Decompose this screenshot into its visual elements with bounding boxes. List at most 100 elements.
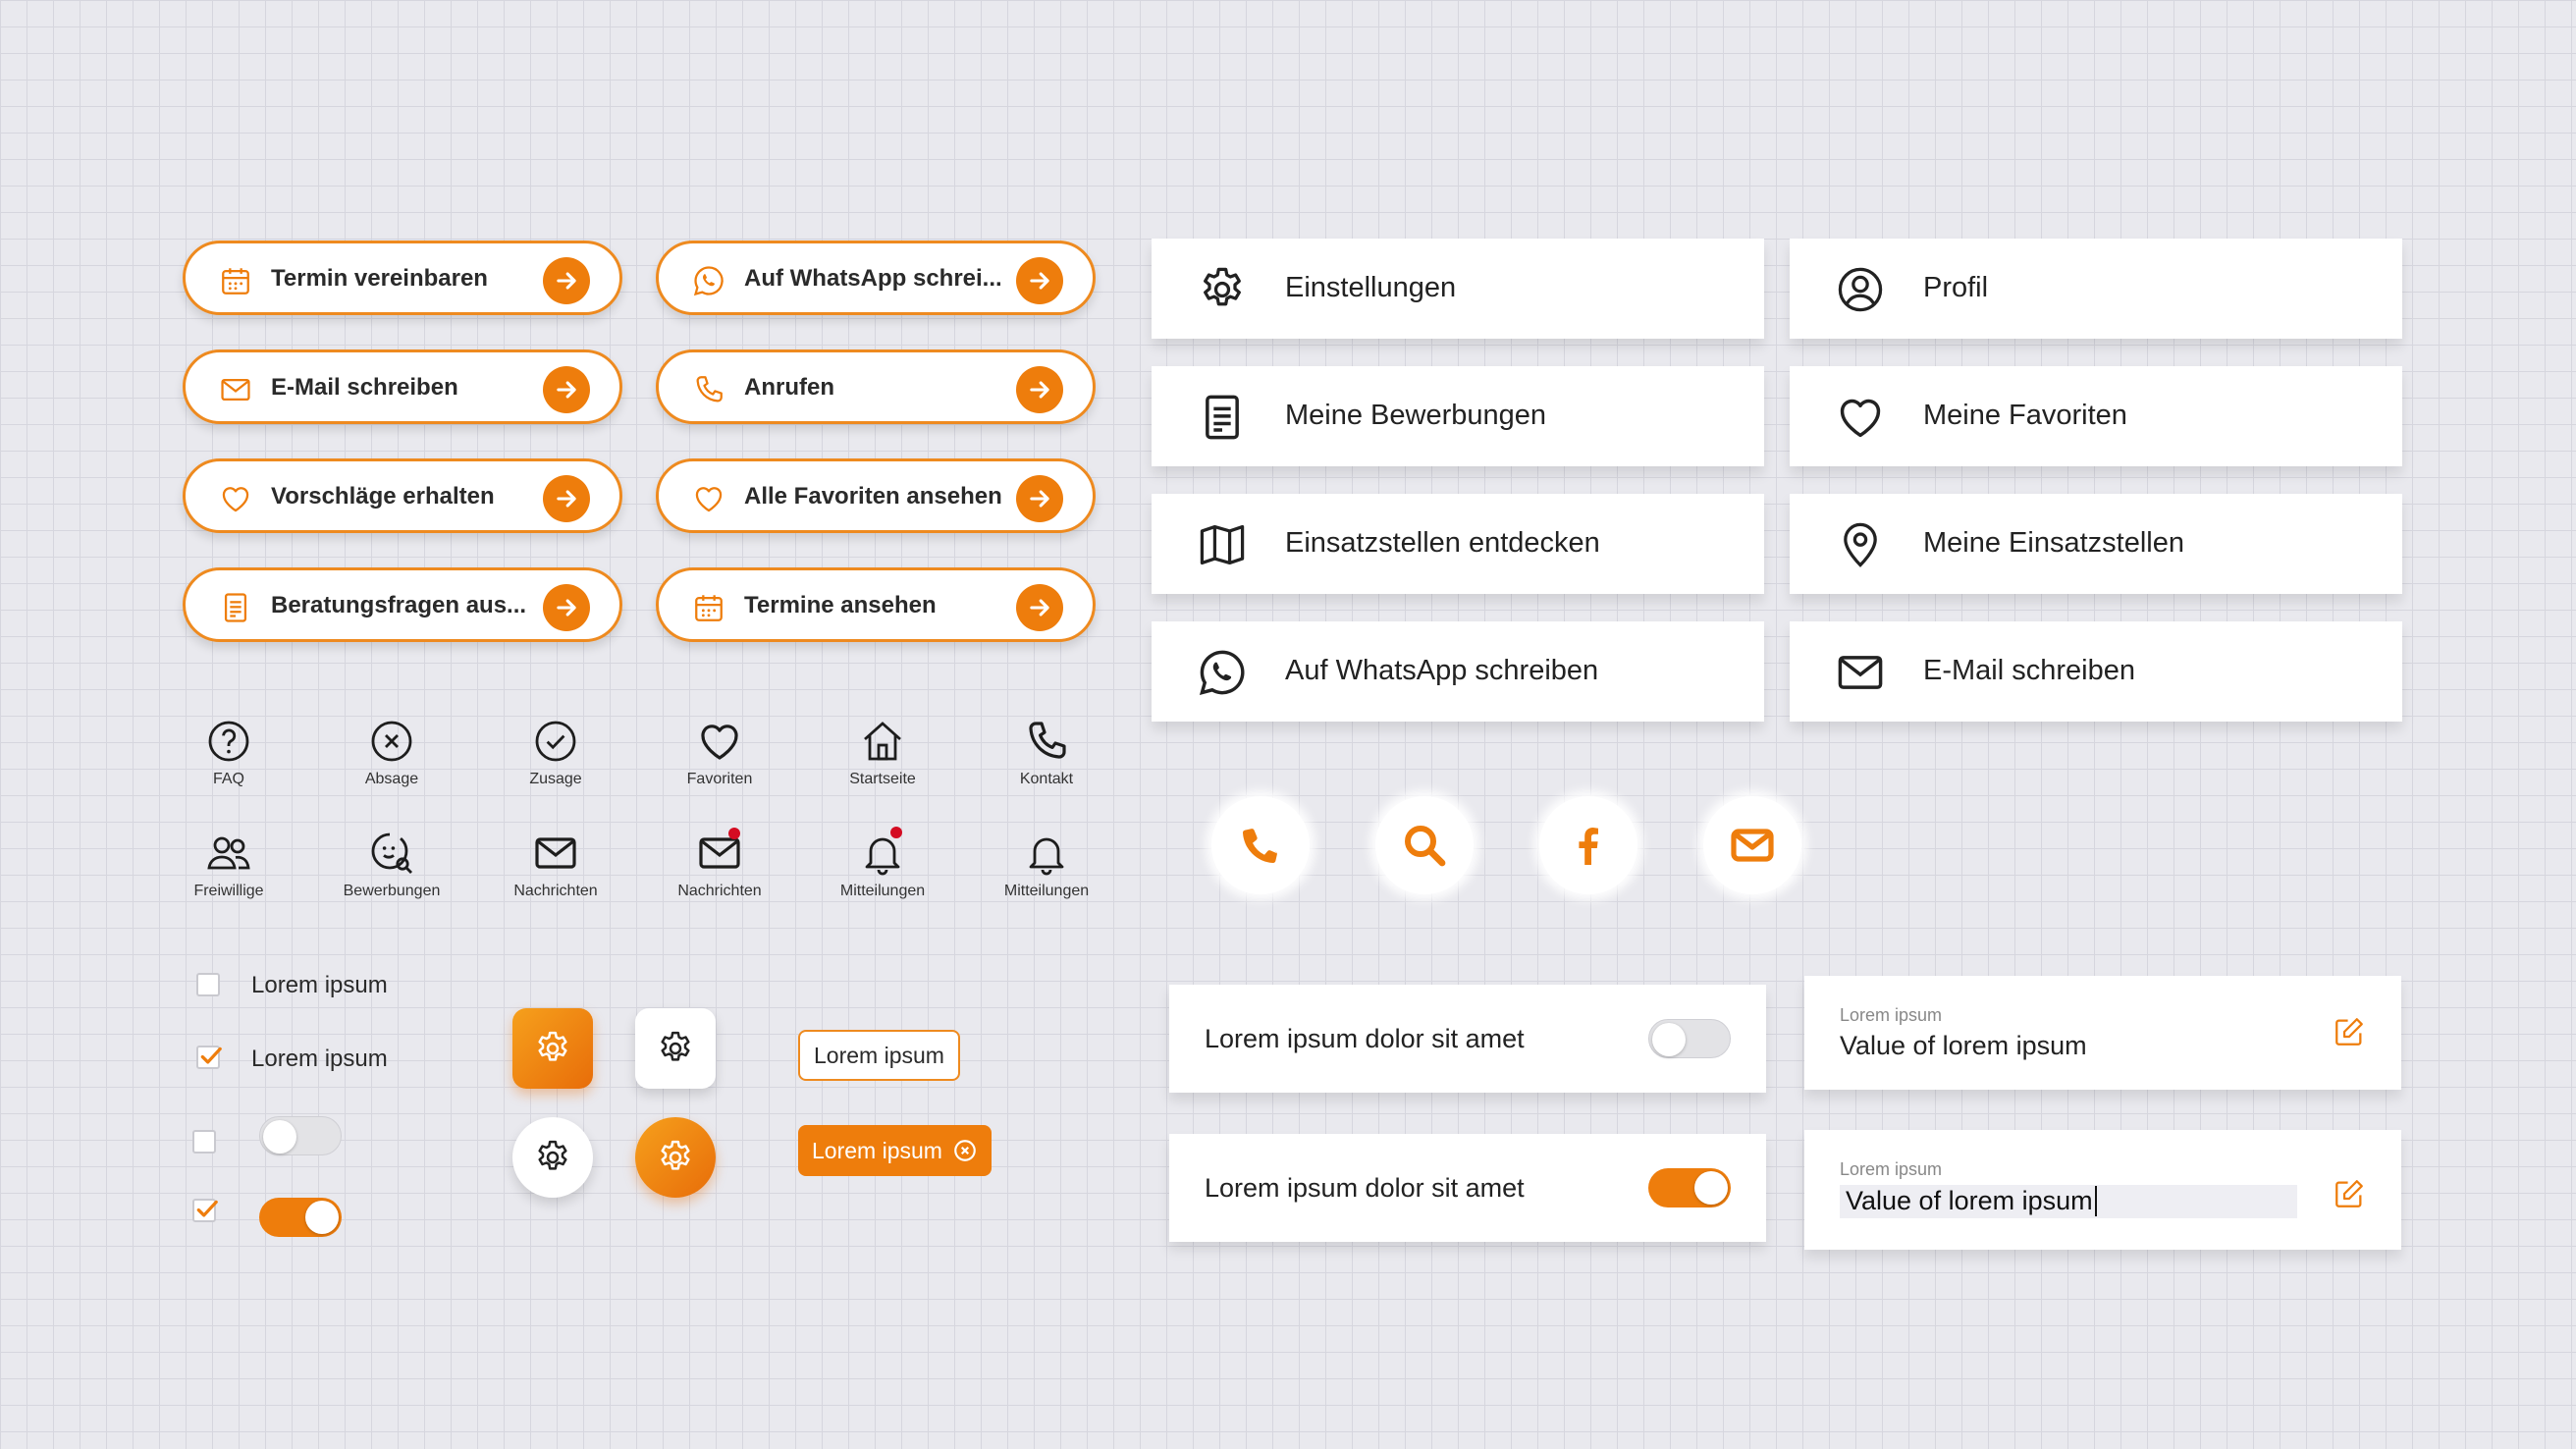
nav-item-kontakt[interactable]: Kontakt [988, 718, 1105, 788]
settings-button-gradient-square[interactable] [512, 1008, 593, 1089]
field-value: Value of lorem ipsum [1840, 1031, 2087, 1060]
pill-button-label: Anrufen [744, 374, 834, 401]
settings-button-gradient-round[interactable] [635, 1117, 716, 1198]
toggle-knob [1694, 1171, 1728, 1205]
nav-item-faq[interactable]: FAQ [170, 718, 288, 788]
pill-button-alle-favoriten[interactable]: Alle Favoriten ansehen [656, 458, 1096, 533]
checkbox-unchecked[interactable] [196, 973, 220, 996]
check-circle-icon [532, 718, 579, 765]
tag-outline[interactable]: Lorem ipsum [798, 1030, 960, 1081]
pill-button-termin-vereinbaren[interactable]: Termin vereinbaren [183, 241, 622, 315]
nav-item-label: Favoriten [686, 771, 753, 787]
checkbox-label: Lorem ipsum [251, 1046, 388, 1072]
pill-button-beratungsfragen[interactable]: Beratungsfragen aus... [183, 567, 622, 642]
menu-card-label: Profil [1923, 272, 1989, 303]
toggle-on[interactable] [259, 1198, 342, 1237]
bell-icon [1023, 830, 1070, 877]
pill-button-label: E-Mail schreiben [271, 374, 458, 401]
field-input-area[interactable]: Value of lorem ipsum [1840, 1185, 2297, 1218]
user-icon [1835, 264, 1886, 315]
gear-icon [656, 1029, 695, 1068]
pill-button-termine-ansehen[interactable]: Termine ansehen [656, 567, 1096, 642]
menu-card-einsatzstellen-entdecken[interactable]: Einsatzstellen entdecken [1152, 494, 1764, 594]
settings-button-white-square[interactable] [635, 1008, 716, 1089]
menu-card-meine-einsatzstellen[interactable]: Meine Einsatzstellen [1790, 494, 2402, 594]
heart-icon [696, 718, 743, 765]
nav-item-mitteilungen-unread[interactable]: Mitteilungen [824, 827, 941, 900]
arrow-right-icon [543, 475, 590, 522]
tag-label: Lorem ipsum [812, 1138, 942, 1163]
nav-item-bewerbungen[interactable]: Bewerbungen [333, 830, 451, 900]
menu-card-meine-bewerbungen[interactable]: Meine Bewerbungen [1152, 366, 1764, 466]
toggle-off[interactable] [259, 1116, 342, 1155]
edit-icon[interactable] [2333, 1177, 2366, 1210]
nav-item-zusage[interactable]: Zusage [497, 718, 615, 788]
pill-button-label: Alle Favoriten ansehen [744, 483, 1002, 510]
pill-button-label: Termin vereinbaren [271, 265, 488, 292]
menu-card-label: Meine Einsatzstellen [1923, 527, 2184, 559]
nav-item-label: Mitteilungen [1003, 883, 1090, 899]
pill-button-label: Termine ansehen [744, 592, 937, 618]
toggle-off[interactable] [1648, 1019, 1731, 1058]
menu-card-label: Auf WhatsApp schreiben [1285, 655, 1599, 686]
close-circle-icon[interactable] [952, 1138, 978, 1163]
document-icon [1197, 392, 1248, 443]
nav-item-label: Kontakt [1019, 771, 1074, 787]
nav-item-label: Startseite [849, 771, 916, 787]
nav-item-favoriten[interactable]: Favoriten [661, 718, 778, 788]
toggle-knob [305, 1201, 339, 1234]
nav-item-absage[interactable]: Absage [333, 718, 451, 788]
nav-item-nachrichten-unread[interactable]: Nachrichten [661, 828, 778, 900]
menu-card-label: Meine Bewerbungen [1285, 400, 1547, 431]
pill-button-anrufen[interactable]: Anrufen [656, 349, 1096, 424]
nav-item-freiwillige[interactable]: Freiwillige [170, 830, 288, 900]
users-icon [205, 830, 252, 877]
menu-card-email[interactable]: E-Mail schreiben [1790, 621, 2402, 722]
checkbox-checked[interactable] [192, 1199, 216, 1222]
whatsapp-icon [1197, 647, 1248, 698]
pill-button-email[interactable]: E-Mail schreiben [183, 349, 622, 424]
settings-button-white-round[interactable] [512, 1117, 593, 1198]
heart-icon [1835, 392, 1886, 443]
facebook-icon [1565, 822, 1612, 869]
nav-item-nachrichten[interactable]: Nachrichten [497, 830, 615, 900]
pill-button-label: Beratungsfragen aus... [271, 592, 527, 618]
field-value: Value of lorem ipsum [1846, 1186, 2097, 1216]
menu-card-meine-favoriten[interactable]: Meine Favoriten [1790, 366, 2402, 466]
field-label: Lorem ipsum [1840, 1159, 1943, 1179]
location-pin-icon [1835, 519, 1886, 570]
tag-filled[interactable]: Lorem ipsum [798, 1125, 992, 1176]
gear-icon [656, 1138, 695, 1177]
checkbox-label: Lorem ipsum [251, 972, 388, 998]
setting-label: Lorem ipsum dolor sit amet [1205, 1173, 1525, 1203]
pill-button-whatsapp[interactable]: Auf WhatsApp schrei... [656, 241, 1096, 315]
checkbox-unchecked[interactable] [192, 1130, 216, 1154]
social-facebook-button[interactable] [1539, 796, 1637, 894]
notification-dot [728, 828, 740, 839]
phone-icon [1023, 718, 1070, 765]
menu-card-profil[interactable]: Profil [1790, 239, 2402, 339]
toggle-on[interactable] [1648, 1168, 1731, 1208]
menu-card-einstellungen[interactable]: Einstellungen [1152, 239, 1764, 339]
edit-icon[interactable] [2333, 1015, 2366, 1048]
toggle-knob [263, 1120, 296, 1154]
checkbox-checked[interactable] [196, 1046, 220, 1069]
arrow-right-icon [1016, 366, 1063, 413]
arrow-right-icon [543, 257, 590, 304]
arrow-right-icon [1016, 257, 1063, 304]
pill-button-label: Auf WhatsApp schrei... [744, 265, 1002, 292]
social-mail-button[interactable] [1703, 796, 1801, 894]
pill-button-vorschlaege[interactable]: Vorschläge erhalten [183, 458, 622, 533]
setting-row: Lorem ipsum dolor sit amet [1169, 985, 1766, 1093]
nav-item-label: Absage [364, 771, 419, 787]
editable-field-active[interactable]: Lorem ipsum Value of lorem ipsum [1804, 1130, 2401, 1250]
social-phone-button[interactable] [1211, 796, 1310, 894]
nav-item-startseite[interactable]: Startseite [824, 718, 941, 788]
nav-item-mitteilungen[interactable]: Mitteilungen [988, 830, 1105, 900]
nav-item-label: Zusage [529, 771, 582, 787]
notification-dot [890, 827, 902, 838]
mail-icon [1729, 822, 1776, 869]
social-search-button[interactable] [1375, 796, 1474, 894]
menu-card-whatsapp[interactable]: Auf WhatsApp schreiben [1152, 621, 1764, 722]
editable-field[interactable]: Lorem ipsum Value of lorem ipsum [1804, 976, 2401, 1090]
